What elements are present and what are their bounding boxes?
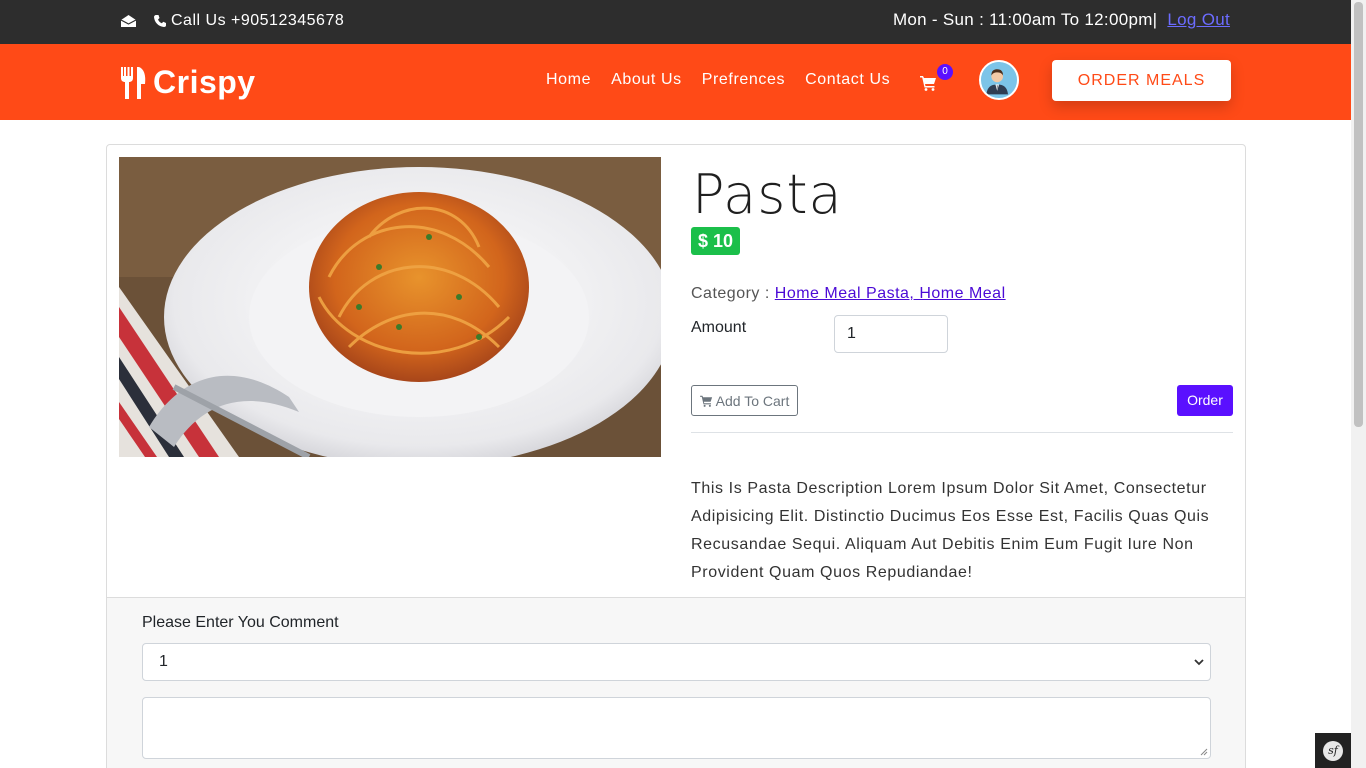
resize-grip-icon[interactable] [1200, 748, 1208, 756]
rating-selected-value: 1 [159, 653, 168, 670]
fork-knife-icon [121, 66, 146, 99]
product-image [119, 157, 661, 457]
order-button[interactable]: Order [1177, 385, 1233, 416]
nav-about-us[interactable]: About Us [611, 71, 682, 89]
avatar-image [981, 62, 1014, 95]
chevron-down-icon [1194, 659, 1204, 666]
price-badge: $ 10 [691, 227, 741, 255]
envelope-open-icon [120, 15, 137, 27]
top-bar: Call Us +90512345678 Mon - Sun : 11:00am… [0, 0, 1366, 44]
phone-icon [154, 15, 166, 27]
hours-and-logout: Mon - Sun : 11:00am To 12:00pm| Log Out [893, 10, 1230, 30]
symfony-logo-icon: sf [1323, 740, 1343, 761]
product-description: This Is Pasta Description Lorem Ipsum Do… [691, 480, 1210, 581]
comment-section: Please Enter You Comment 1 [107, 597, 1245, 768]
shopping-cart-icon [920, 76, 936, 91]
order-meals-button[interactable]: ORDER MEALS [1052, 60, 1231, 101]
category-label: Category : [691, 285, 770, 302]
brand-logo[interactable]: Crispy [119, 64, 256, 101]
contact-info: Call Us +90512345678 [120, 12, 344, 30]
divider [691, 432, 1233, 433]
product-title: Pasta [692, 163, 843, 226]
nav-home[interactable]: Home [546, 71, 591, 89]
nav-preferences[interactable]: Prefrences [702, 71, 785, 89]
pasta-photo [119, 157, 661, 457]
nav-links: Home About Us Prefrences Contact Us [546, 71, 910, 89]
opening-hours: Mon - Sun : 11:00am To 12:00pm| [892, 10, 1158, 29]
page-scrollbar[interactable] [1351, 0, 1366, 768]
add-to-cart-button[interactable]: Add To Cart [691, 385, 798, 416]
debug-toolbar-toggle[interactable]: sf [1315, 733, 1351, 768]
product-card: Pasta $ 10 Category : Home Meal Pasta, H… [106, 144, 1246, 768]
category-link[interactable]: Home Meal Pasta, Home Meal [775, 285, 1006, 302]
logout-link[interactable]: Log Out [1167, 10, 1230, 30]
brand-name: Crispy [153, 64, 256, 100]
amount-label: Amount [691, 319, 747, 336]
product-category: Category : Home Meal Pasta, Home Meal [691, 285, 1006, 303]
add-to-cart-label: Add To Cart [715, 392, 790, 409]
comment-label: Please Enter You Comment [142, 614, 339, 631]
scrollbar-thumb[interactable] [1354, 2, 1363, 427]
comment-textarea[interactable] [142, 697, 1211, 759]
rating-select[interactable]: 1 [142, 643, 1211, 681]
amount-input[interactable] [834, 315, 948, 353]
cart-count-badge: 0 [937, 64, 953, 80]
nav-contact-us[interactable]: Contact Us [805, 71, 890, 89]
shopping-cart-icon [699, 395, 712, 407]
phone-number: Call Us +90512345678 [171, 12, 345, 29]
main-navbar: Crispy Home About Us Prefrences Contact … [0, 44, 1366, 120]
user-avatar[interactable] [979, 60, 1019, 100]
cart-button[interactable]: 0 [920, 64, 953, 94]
